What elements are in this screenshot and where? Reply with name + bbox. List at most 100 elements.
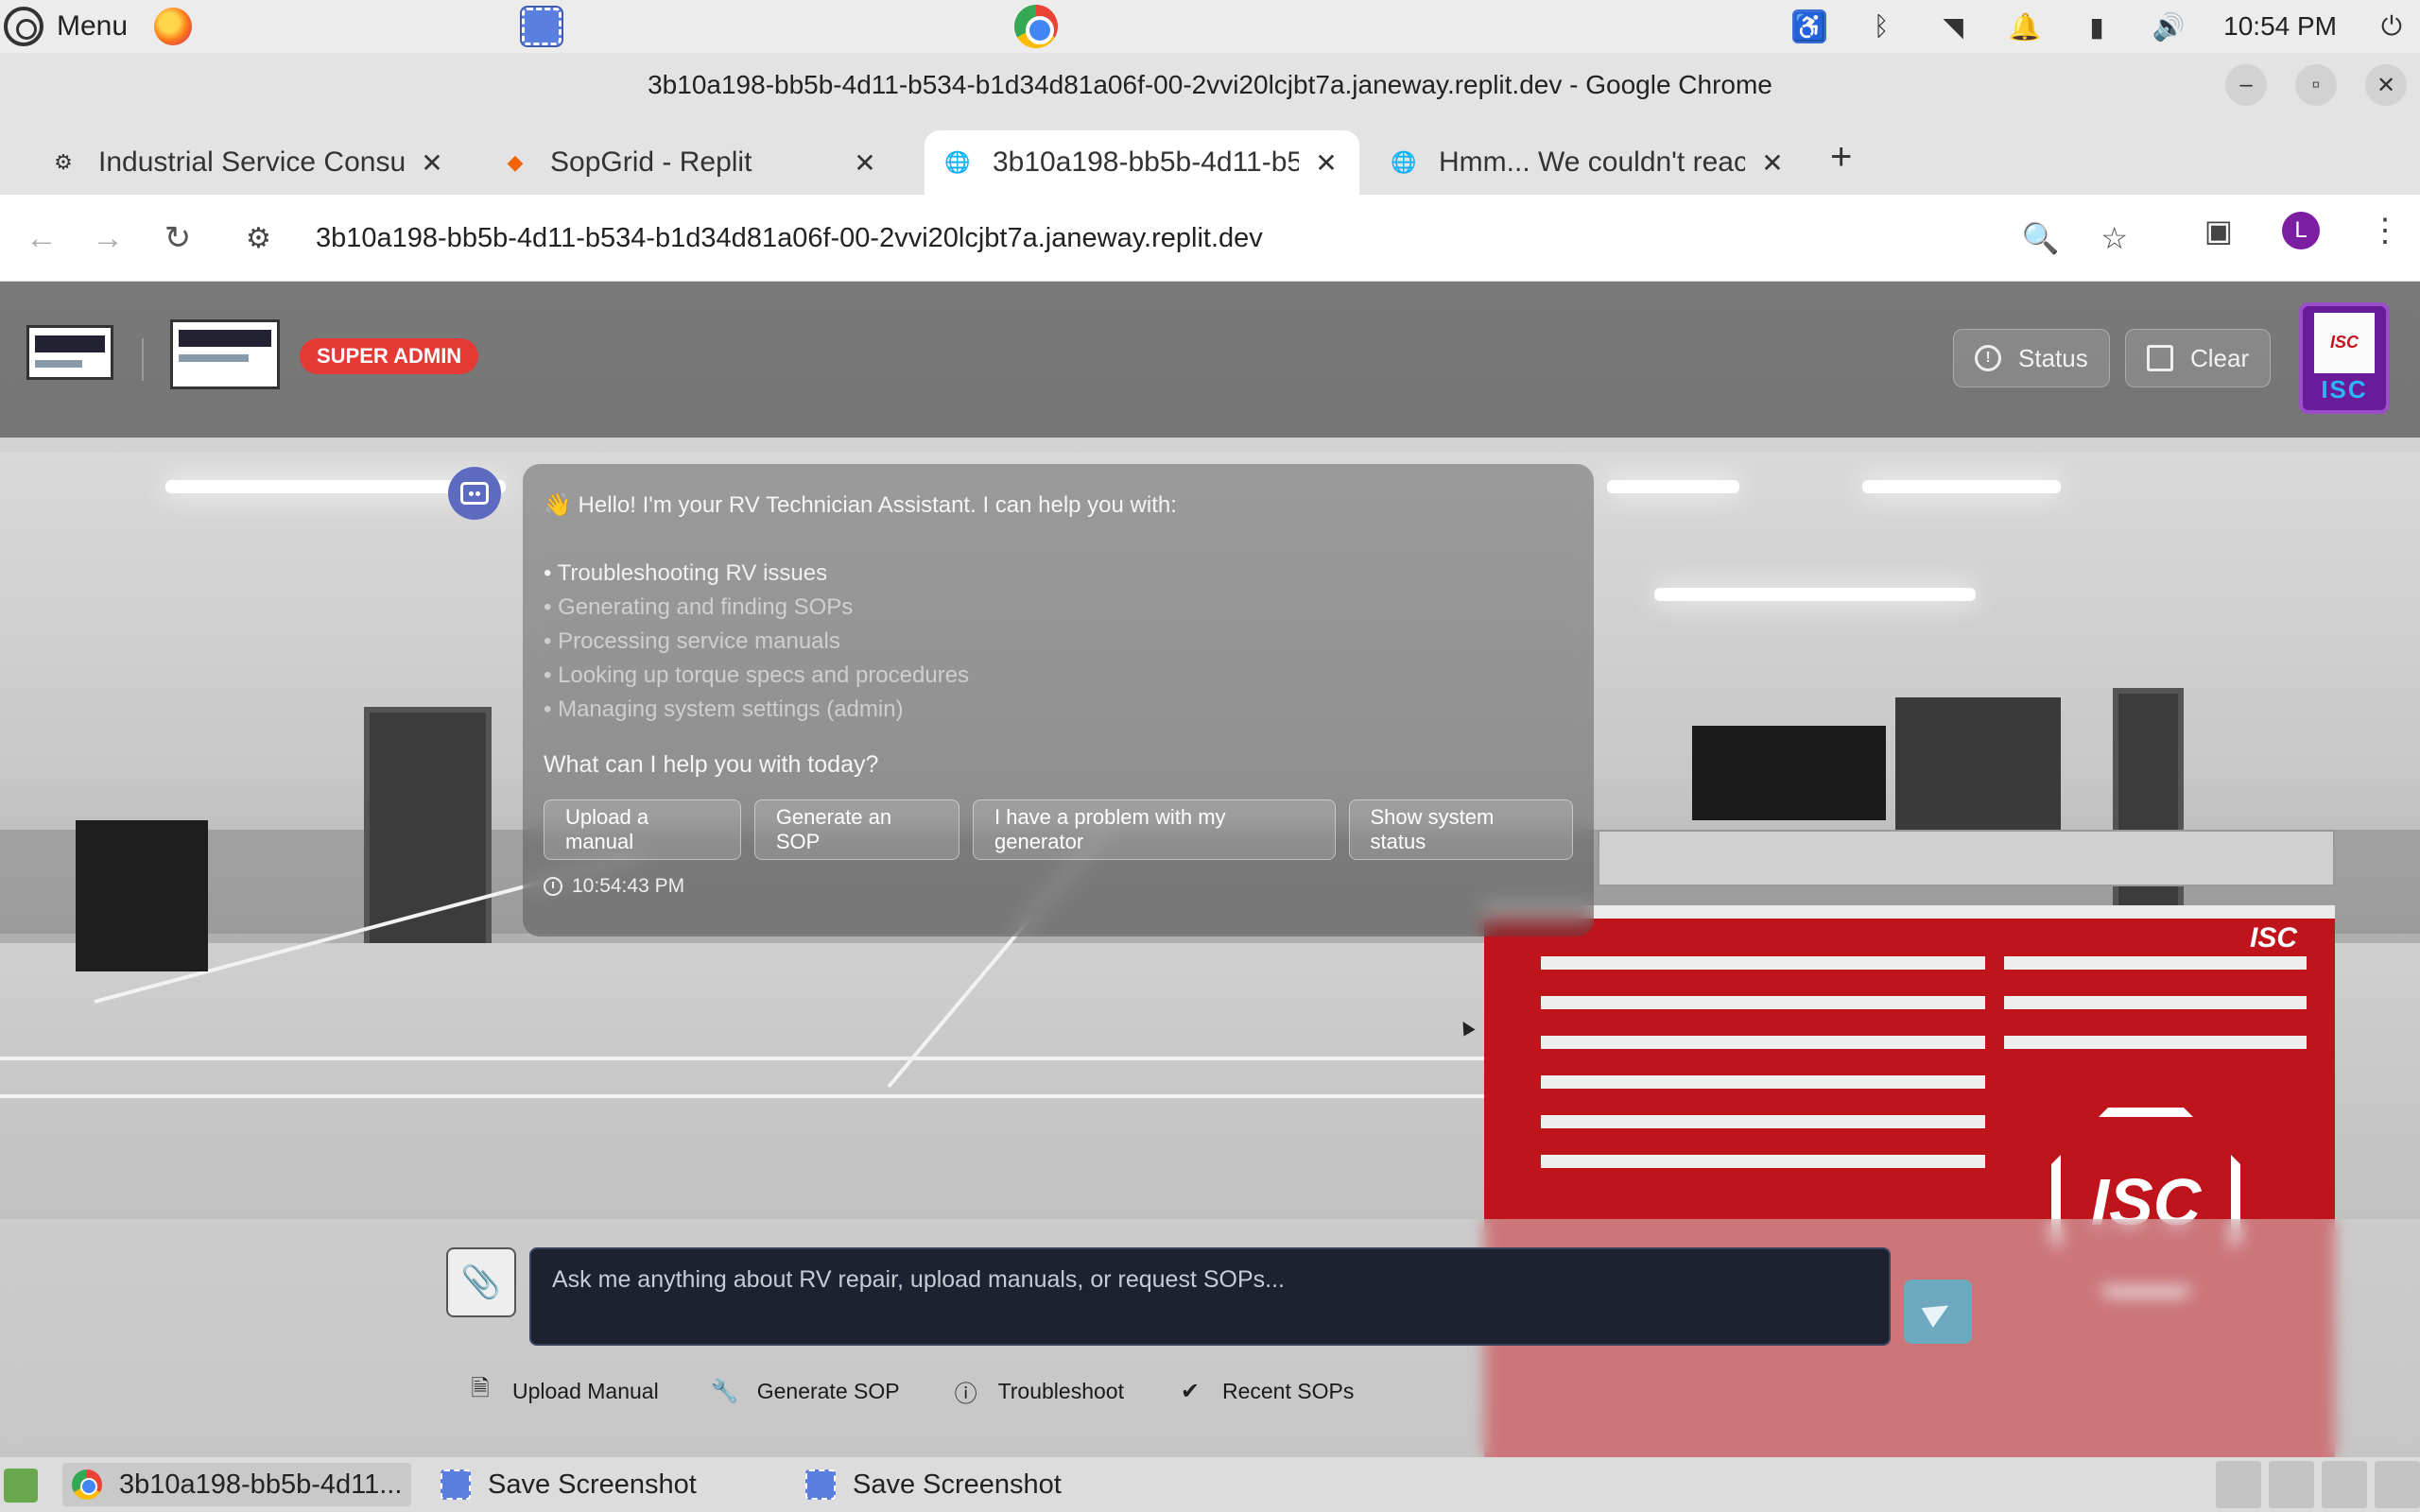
send-icon (1921, 1296, 1955, 1328)
openai-icon: ⚙ (54, 150, 73, 174)
battery-icon[interactable]: ▮ (2080, 9, 2114, 43)
screenshot-icon (441, 1469, 471, 1500)
tab-industrial-service[interactable]: ⚙ Industrial Service Consul ✕ (30, 130, 465, 195)
clock-icon (544, 877, 562, 896)
workspace-switcher[interactable] (2216, 1461, 2261, 1508)
bluetooth-icon[interactable]: ᛒ (1864, 9, 1898, 43)
close-icon[interactable]: ✕ (851, 147, 879, 179)
volume-icon[interactable]: 🔊 (2152, 9, 2186, 43)
taskbar-item-chrome[interactable]: 3b10a198-bb5b-4d11... (62, 1463, 412, 1506)
send-button[interactable] (1904, 1280, 1972, 1344)
screenshot-icon (805, 1469, 836, 1500)
site-info-icon[interactable]: ⚙ (246, 222, 284, 255)
taskbar-tray (2216, 1461, 2420, 1508)
company-logo[interactable]: ISC ISC (2299, 302, 2390, 414)
role-badge: SUPER ADMIN (300, 338, 479, 374)
tab-label: SopGrid - Replit (550, 146, 752, 178)
trash-icon[interactable] (2375, 1461, 2420, 1508)
quick-action-generate-sop[interactable]: 🔧 Generate SOP (711, 1378, 900, 1404)
quick-action-upload-manual[interactable]: 🗎 Upload Manual (467, 1375, 659, 1404)
address-bar[interactable]: ⚙ 3b10a198-bb5b-4d11-b534-b1d34d81a06f-0… (227, 204, 2160, 272)
system-tray: ♿ ᛒ ◥ 🔔 ▮ 🔊 10:54 PM ⏻ (1792, 0, 2409, 53)
ceiling-light (1654, 588, 1976, 601)
background-bench (1598, 830, 2335, 886)
minimize-button[interactable]: – (2225, 64, 2267, 106)
file-icon: 🗎 (471, 1375, 490, 1401)
wifi-icon[interactable]: ◥ (1936, 9, 1970, 43)
tab-sopgrid-replit[interactable]: ◆ SopGrid - Replit ✕ (482, 130, 898, 195)
suggestion-generate-sop[interactable]: Generate an SOP (753, 799, 959, 860)
replit-icon: ◆ (507, 150, 524, 174)
suggestion-system-status[interactable]: Show system status (1348, 799, 1573, 860)
back-icon[interactable]: ← (19, 215, 64, 261)
screenshot-tool-icon[interactable] (520, 6, 563, 47)
taskbar-item-screenshot[interactable]: Save Screenshot (431, 1463, 706, 1506)
logo-thumbnail[interactable] (26, 325, 113, 380)
os-top-panel: Menu ♿ ᛒ ◥ 🔔 ▮ 🔊 10:54 PM ⏻ (0, 0, 2420, 53)
close-icon[interactable]: ✕ (418, 147, 446, 179)
clear-button-label: Clear (2190, 343, 2250, 372)
list-item: • Looking up torque specs and procedures (544, 662, 970, 688)
more-menu-icon[interactable]: ⋮ (2369, 212, 2401, 249)
start-menu-icon[interactable] (4, 1469, 38, 1503)
chrome-icon (72, 1469, 102, 1500)
system-clock[interactable]: 10:54 PM (2223, 11, 2337, 42)
url-text[interactable]: 3b10a198-bb5b-4d11-b534-b1d34d81a06f-00-… (316, 223, 1263, 254)
bookmark-star-icon[interactable]: ☆ (2100, 220, 2128, 256)
globe-icon: 🌐 (944, 150, 971, 174)
forward-icon[interactable]: → (85, 215, 130, 261)
list-item: • Managing system settings (admin) (544, 696, 904, 722)
capability-list: • Troubleshooting RV issues • Generating… (544, 557, 1573, 727)
list-item: • Troubleshooting RV issues (544, 560, 828, 586)
status-button[interactable]: ! Status (1953, 329, 2110, 387)
message-timestamp: 10:54:43 PM (544, 875, 1573, 898)
logo-text: ISC (2321, 374, 2368, 404)
close-icon[interactable]: ✕ (1312, 147, 1340, 179)
quick-action-troubleshoot[interactable]: ⓘ Troubleshoot (953, 1378, 1124, 1407)
floor-marking (0, 1057, 1512, 1060)
message-question: What can I help you with today? (544, 751, 879, 778)
quick-action-label: Troubleshoot (997, 1378, 1124, 1403)
suggestion-generator-problem[interactable]: I have a problem with my generator (972, 799, 1336, 860)
profile-avatar[interactable]: L (2282, 212, 2320, 249)
close-icon[interactable]: ✕ (1758, 147, 1787, 179)
clear-button[interactable]: Clear (2125, 329, 2272, 387)
maximize-button[interactable]: ▫ (2295, 64, 2337, 106)
notification-bell-icon[interactable]: 🔔 (2008, 9, 2042, 43)
floor-marking (0, 1094, 1512, 1098)
workspace-switcher[interactable] (2322, 1461, 2367, 1508)
taskbar-item-screenshot[interactable]: Save Screenshot (796, 1463, 1071, 1506)
attach-file-button[interactable]: 📎 (446, 1247, 516, 1317)
window-title-bar: 3b10a198-bb5b-4d11-b534-b1d34d81a06f-00-… (0, 53, 2420, 117)
window-title: 3b10a198-bb5b-4d11-b534-b1d34d81a06f-00-… (648, 70, 1772, 99)
chrome-icon[interactable] (1014, 5, 1058, 48)
os-menu-label: Menu (57, 10, 129, 42)
tab-search-icon[interactable]: ▣ (2204, 213, 2233, 249)
tab-error-page[interactable]: 🌐 Hmm... We couldn't reac ✕ (1371, 130, 1806, 195)
new-tab-button[interactable]: + (1830, 136, 1852, 179)
quick-action-label: Generate SOP (756, 1378, 900, 1403)
reload-icon[interactable]: ↻ (155, 215, 200, 261)
workspace-switcher[interactable] (2269, 1461, 2314, 1508)
close-window-button[interactable]: ✕ (2365, 64, 2407, 106)
firefox-icon[interactable] (154, 8, 193, 45)
taskbar-label: 3b10a198-bb5b-4d11... (119, 1469, 403, 1500)
list-item: • Generating and finding SOPs (544, 594, 854, 620)
accessibility-icon[interactable]: ♿ (1792, 9, 1827, 43)
globe-icon: 🌐 (1391, 150, 1417, 174)
bot-avatar (448, 467, 501, 520)
suggestion-upload-manual[interactable]: Upload a manual (544, 799, 741, 860)
quick-action-recent-sops[interactable]: ✔ Recent SOPs (1177, 1378, 1354, 1404)
brand-thumbnail[interactable] (170, 319, 280, 389)
zoom-icon[interactable]: 🔍 (2021, 220, 2059, 256)
tab-active-preview[interactable]: 🌐 3b10a198-bb5b-4d11-b5 ✕ (925, 130, 1359, 195)
os-menu-button[interactable]: Menu (0, 7, 193, 46)
chat-input[interactable] (529, 1247, 1891, 1346)
tab-label: Hmm... We couldn't reac (1439, 146, 1745, 178)
toolbox-brand-text: ISC (2249, 922, 2297, 954)
quick-action-label: Upload Manual (512, 1378, 659, 1403)
list-item: • Processing service manuals (544, 628, 840, 654)
quick-action-label: Recent SOPs (1221, 1378, 1355, 1403)
background-pegboard (1692, 726, 1886, 820)
power-icon[interactable]: ⏻ (2375, 9, 2409, 43)
